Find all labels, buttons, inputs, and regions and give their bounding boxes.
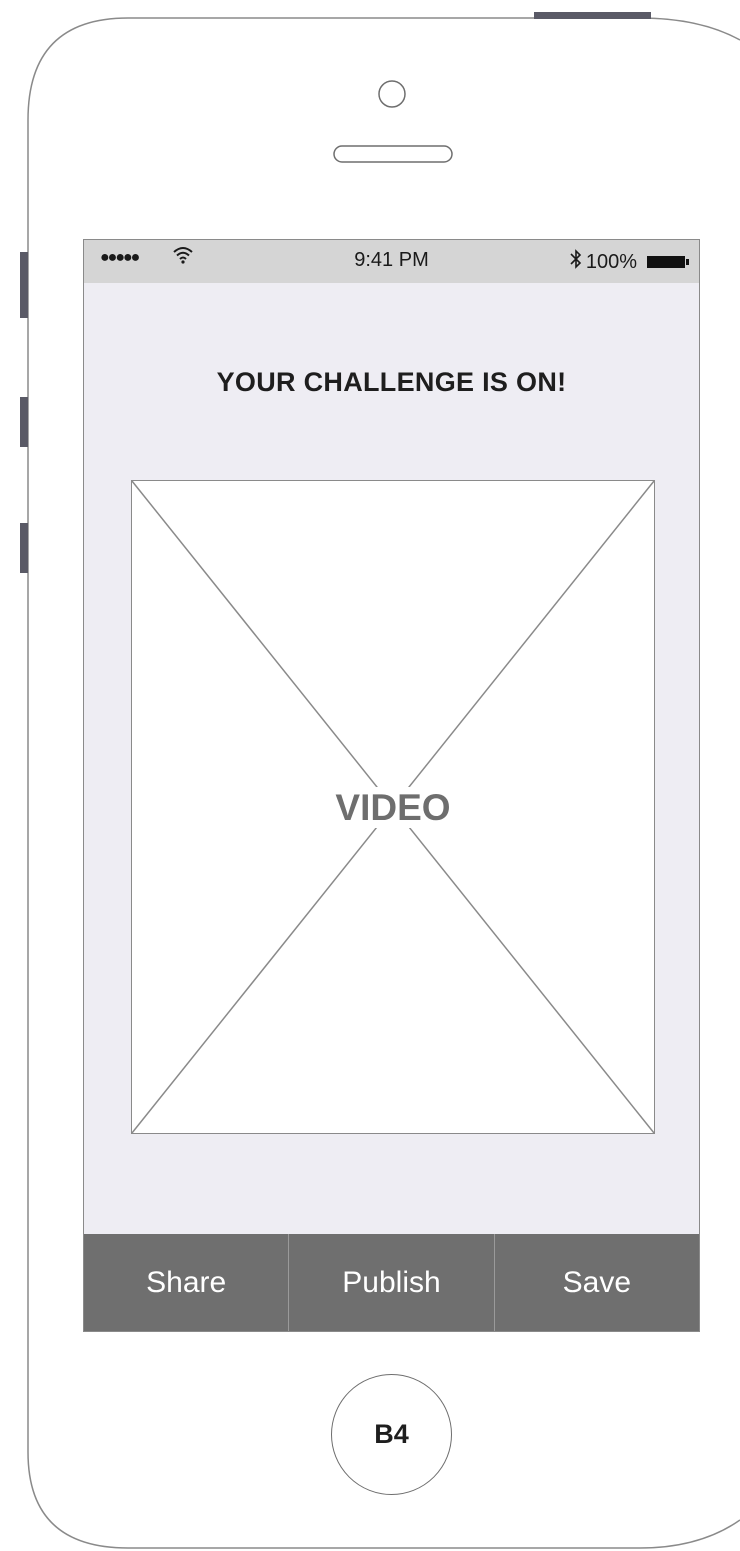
battery-icon: [647, 256, 689, 268]
status-right-group: 100%: [570, 249, 689, 275]
volume-up-button[interactable]: [20, 397, 28, 447]
front-camera: [378, 80, 406, 108]
mute-switch[interactable]: [20, 252, 28, 318]
video-label-wrapper: VIDEO: [132, 787, 654, 829]
phone-wireframe: ●●●●● 9:41 PM 100% YOUR CHALLENGE IS ON!…: [0, 0, 740, 1551]
home-button-label: B4: [374, 1419, 409, 1449]
publish-button[interactable]: Publish: [288, 1234, 493, 1331]
phone-screen: ●●●●● 9:41 PM 100% YOUR CHALLENGE IS ON!…: [83, 239, 700, 1332]
home-button[interactable]: B4: [331, 1374, 452, 1495]
video-label: VIDEO: [329, 787, 457, 828]
share-button[interactable]: Share: [84, 1234, 288, 1331]
action-bar: Share Publish Save: [84, 1234, 699, 1331]
power-button[interactable]: [534, 12, 651, 19]
bluetooth-icon: [570, 249, 582, 275]
video-player[interactable]: VIDEO: [131, 480, 655, 1134]
status-bar: ●●●●● 9:41 PM 100%: [84, 240, 699, 283]
page-title: YOUR CHALLENGE IS ON!: [216, 367, 567, 397]
battery-percent: 100%: [585, 250, 637, 273]
earpiece-speaker: [333, 145, 453, 163]
volume-down-button[interactable]: [20, 523, 28, 573]
save-button[interactable]: Save: [493, 1234, 699, 1331]
